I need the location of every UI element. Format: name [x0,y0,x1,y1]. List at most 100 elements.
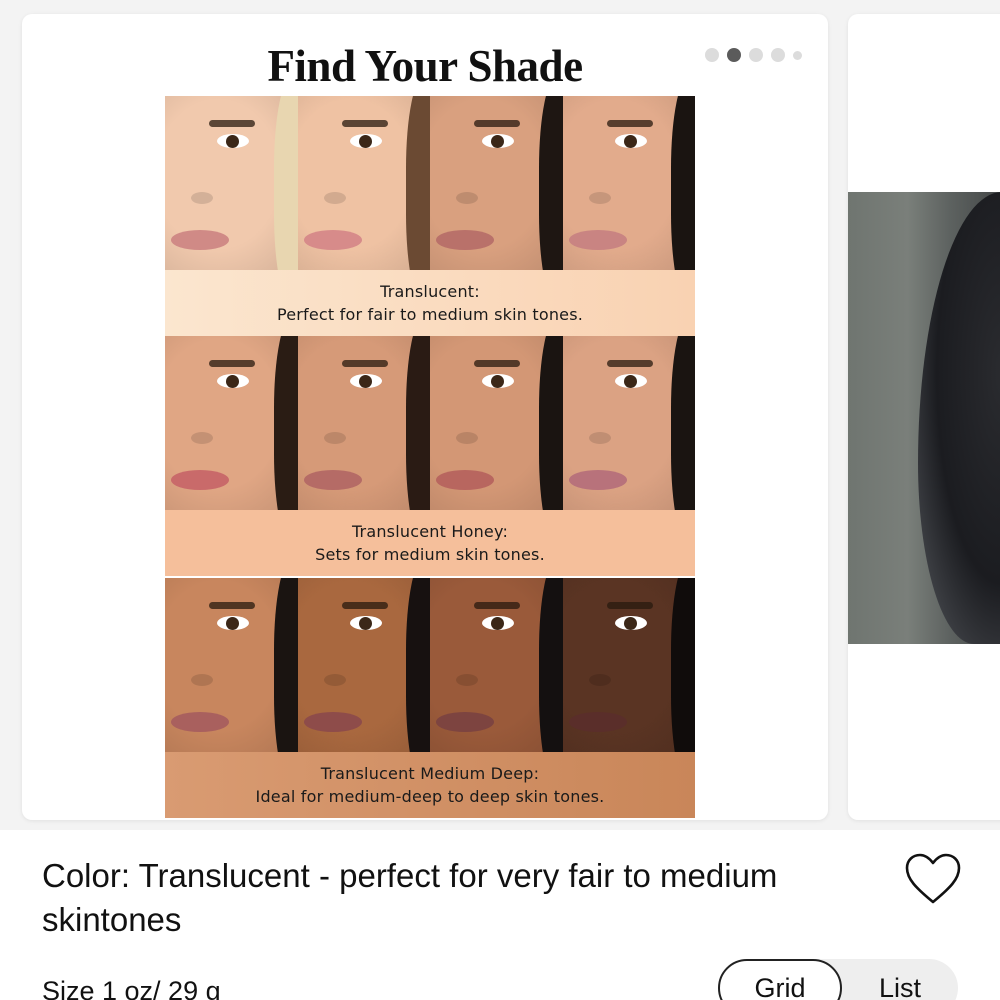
face-lips [568,470,627,490]
face-brow [474,360,520,367]
face-eye [482,374,514,388]
face-lips [171,230,229,250]
list-view-button[interactable]: List [842,959,958,1000]
image-carousel[interactable]: Find Your Shade Translucent: Perfect for… [0,0,1000,830]
shade-description: Sets for medium skin tones. [315,545,545,564]
face-hair [538,336,563,510]
carousel-pagination [705,48,802,62]
face-eye [614,374,647,388]
face-lips [303,712,362,732]
shade-description: Ideal for medium-deep to deep skin tones… [255,787,605,806]
face-nose [456,674,478,686]
face-lips [568,230,627,250]
shade-description: Perfect for fair to medium skin tones. [276,305,584,324]
product-details: Color: Translucent - perfect for very fa… [0,830,1000,1000]
face-nose [191,674,213,686]
face-nose [323,432,346,444]
face-photo-row [165,578,695,752]
shade-name: Translucent Medium Deep: [320,764,540,783]
face-hair [406,336,430,510]
face-hair [538,96,563,270]
face-photo [297,336,430,510]
carousel-slide-next[interactable] [848,14,1000,820]
shade-band-translucent-honey: Translucent Honey: Sets for medium skin … [165,510,695,576]
face-lips [436,712,494,732]
face-lips [436,470,494,490]
face-photo [165,96,298,270]
face-brow [341,602,388,609]
shade-band-translucent: Translucent: Perfect for fair to medium … [165,270,695,336]
face-hair [671,336,695,510]
face-photo [165,578,298,752]
face-lips [171,470,229,490]
face-nose [191,192,213,204]
face-brow [606,602,653,609]
face-eye [482,134,514,148]
carousel-dot-active[interactable] [727,48,741,62]
face-eye [217,134,249,148]
face-photo [562,96,695,270]
grid-view-button[interactable]: Grid [718,959,842,1000]
face-hair [406,578,430,752]
carousel-slide-active[interactable]: Find Your Shade Translucent: Perfect for… [22,14,828,820]
face-lips [171,712,229,732]
product-page: Find Your Shade Translucent: Perfect for… [0,0,1000,1000]
face-photo [165,336,298,510]
face-hair [273,336,298,510]
face-lips [568,712,627,732]
face-hair [273,96,298,270]
face-eye [614,134,647,148]
face-nose [456,192,478,204]
face-hair [273,578,298,752]
face-hair [406,96,430,270]
face-nose [323,674,346,686]
shade-name: Translucent: [380,282,480,301]
face-photo [297,96,430,270]
face-lips [303,230,362,250]
face-brow [474,120,520,127]
face-eye [614,616,647,630]
face-brow [474,602,520,609]
face-brow [209,602,255,609]
carousel-dot[interactable] [771,48,785,62]
face-brow [209,120,255,127]
face-hair [671,578,695,752]
face-brow [606,120,653,127]
face-photo [562,578,695,752]
face-nose [323,192,346,204]
face-brow [341,120,388,127]
face-eye [482,616,514,630]
face-eye [217,616,249,630]
carousel-dot[interactable] [749,48,763,62]
face-nose [191,432,213,444]
shade-guide-image: Translucent: Perfect for fair to medium … [165,96,695,820]
face-lips [436,230,494,250]
face-eye [217,374,249,388]
carousel-dot[interactable] [705,48,719,62]
shade-name: Translucent Honey: [351,522,509,541]
face-eye [349,616,382,630]
view-toggle: List Grid [718,959,958,1000]
product-size: Size 1 oz/ 29 g [42,976,221,1000]
face-nose [588,674,611,686]
face-nose [588,192,611,204]
face-eye [349,134,382,148]
face-brow [209,360,255,367]
face-nose [588,432,611,444]
face-photo [297,578,430,752]
face-nose [456,432,478,444]
carousel-dot[interactable] [793,50,802,60]
face-photo-row [165,96,695,270]
face-photo-row [165,336,695,510]
selected-color-label: Color: Translucent - perfect for very fa… [42,857,778,938]
face-eye [349,374,382,388]
face-lips [303,470,362,490]
face-photo [430,336,563,510]
face-brow [341,360,388,367]
face-hair [538,578,563,752]
shade-band-translucent-medium-deep: Translucent Medium Deep: Ideal for mediu… [165,752,695,818]
face-photo [562,336,695,510]
face-hair [671,96,695,270]
heart-icon[interactable] [904,852,962,906]
face-brow [606,360,653,367]
